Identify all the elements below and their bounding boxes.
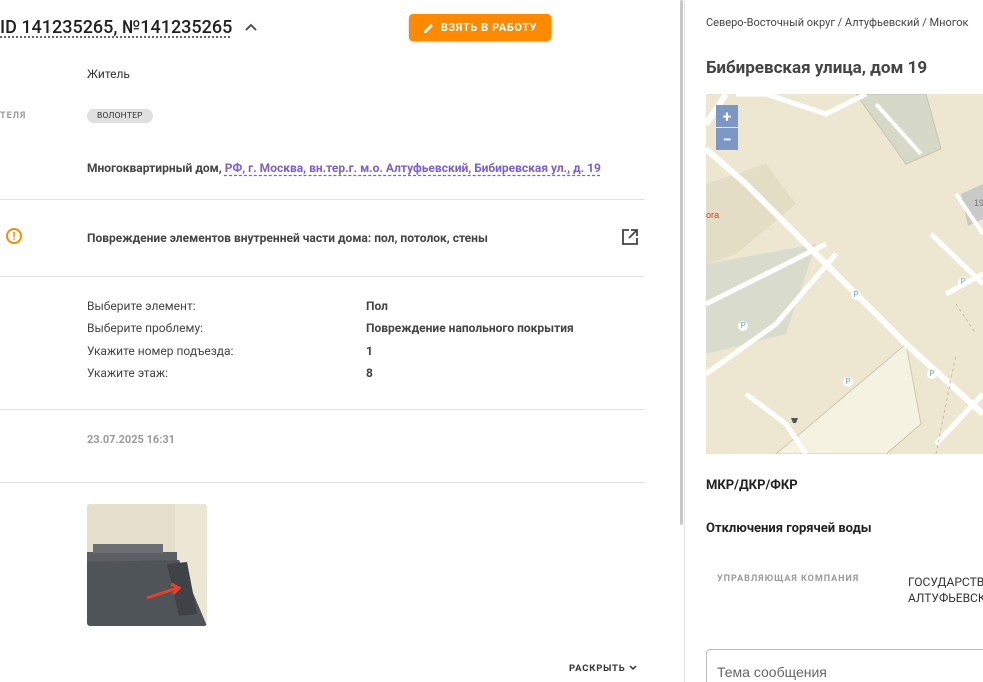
external-link-icon[interactable] [621, 228, 639, 246]
map-parking-icon: P [958, 277, 968, 287]
map[interactable]: + − ога 19 P P P P P [706, 94, 983, 454]
detail-value: Пол [366, 299, 388, 313]
applicant-type-label: ТЕЛЯ [0, 111, 27, 121]
message-subject-input[interactable]: Тема сообщения [706, 649, 983, 682]
detail-label: Укажите этаж: [87, 366, 169, 380]
map-parking-icon: P [927, 369, 937, 379]
take-to-work-button[interactable]: ВЗЯТЬ В РАБОТУ [409, 14, 551, 41]
detail-label: Выберите элемент: [87, 299, 196, 313]
take-to-work-label: ВЗЯТЬ В РАБОТУ [440, 21, 538, 34]
photo-thumbnail [87, 504, 207, 626]
address-line: Многоквартирный дом, РФ, г. Москва, вн.т… [87, 161, 601, 175]
address-type: Многоквартирный дом, [87, 161, 222, 175]
management-company-line: ГОСУДАРСТВ [908, 575, 983, 589]
map-parking-icon: P [851, 290, 861, 300]
expand-button[interactable]: РАСКРЫТЬ [569, 663, 637, 674]
map-parking-icon: P [738, 321, 748, 331]
management-company-label: УПРАВЛЯЮЩАЯ КОМПАНИЯ [717, 574, 860, 584]
divider [0, 276, 645, 277]
detail-label: Выберите проблему: [87, 321, 204, 335]
detail-value: 1 [366, 344, 373, 358]
address-link[interactable]: РФ, г. Москва, вн.тер.г. м.о. Алтуфьевск… [225, 161, 601, 175]
map-poi-icon [791, 418, 798, 423]
divider [0, 199, 645, 200]
applicant-role: Житель [87, 67, 130, 81]
object-address-title: Бибиревская улица, дом 19 [706, 58, 928, 78]
management-company-line: АЛТУФЬЕВСК [908, 591, 983, 605]
expand-label: РАСКРЫТЬ [569, 663, 626, 674]
map-place-label: ога [706, 210, 720, 220]
map-zoom-in-button[interactable]: + [716, 105, 738, 127]
divider [0, 409, 645, 410]
detail-value: Повреждение напольного покрытия [366, 321, 574, 335]
divider [0, 482, 645, 483]
request-panel: ID 141235265, №141235265 ВЗЯТЬ В РАБОТУ … [0, 0, 684, 682]
warning-icon: ! [6, 228, 22, 244]
breadcrumb[interactable]: Северо-Восточный округ / Алтуфьевский / … [706, 16, 968, 29]
map-building-label: 19 [974, 198, 983, 208]
map-canvas [706, 94, 983, 454]
attached-photo[interactable] [87, 504, 207, 626]
request-id-title[interactable]: ID 141235265, №141235265 [0, 17, 232, 38]
scrollbar[interactable] [680, 0, 683, 525]
volunteer-badge: ВОЛОНТЕР [87, 109, 153, 123]
map-parking-icon: P [843, 377, 853, 387]
created-timestamp: 23.07.2025 16:31 [87, 433, 175, 446]
section-hot-water[interactable]: Отключения горячей воды [706, 521, 872, 536]
category-title: Повреждение элементов внутренней части д… [87, 231, 488, 245]
chevron-up-icon[interactable] [245, 22, 257, 32]
chevron-down-icon [629, 665, 637, 671]
pencil-icon [423, 23, 433, 33]
section-mkr[interactable]: МКР/ДКР/ФКР [706, 478, 798, 493]
map-zoom-out-button[interactable]: − [716, 128, 738, 150]
object-panel: Северо-Восточный округ / Алтуфьевский / … [685, 0, 983, 682]
detail-value: 8 [366, 366, 373, 380]
detail-label: Укажите номер подъезда: [87, 344, 234, 358]
management-company-value: ГОСУДАРСТВ АЛТУФЬЕВСК [908, 574, 983, 606]
